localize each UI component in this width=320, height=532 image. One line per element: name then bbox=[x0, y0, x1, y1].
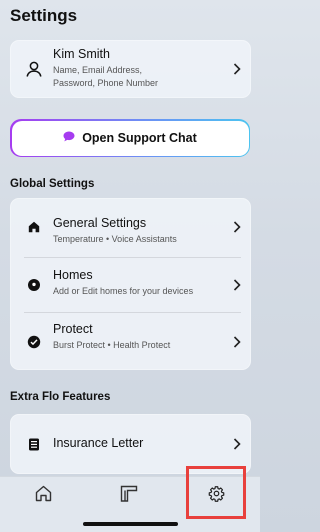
global-settings-heading: Global Settings bbox=[10, 178, 95, 190]
protect-subtitle: Burst Protect • Health Protect bbox=[53, 340, 171, 350]
open-support-chat-button[interactable]: Open Support Chat bbox=[10, 119, 250, 157]
extra-features-heading: Extra Flo Features bbox=[10, 391, 111, 403]
document-icon bbox=[24, 434, 44, 454]
chevron-right-icon bbox=[232, 62, 242, 76]
settings-tab-highlight bbox=[186, 466, 246, 519]
person-icon bbox=[24, 59, 44, 79]
check-circle-icon bbox=[24, 332, 44, 352]
page-title: Settings bbox=[10, 6, 78, 25]
profile-name: Kim Smith bbox=[53, 47, 110, 61]
devices-icon bbox=[120, 485, 138, 507]
general-settings-row[interactable]: General Settings Temperature • Voice Ass… bbox=[10, 198, 251, 256]
insurance-letter-title: Insurance Letter bbox=[53, 436, 144, 450]
insurance-letter-row[interactable]: Insurance Letter bbox=[10, 414, 251, 474]
homes-subtitle: Add or Edit homes for your devices bbox=[53, 286, 194, 296]
location-pin-icon bbox=[24, 275, 44, 295]
home-outline-icon bbox=[35, 485, 52, 507]
chevron-right-icon bbox=[232, 278, 242, 292]
homes-title: Homes bbox=[53, 268, 93, 282]
protect-title: Protect bbox=[53, 322, 93, 336]
global-settings-card: General Settings Temperature • Voice Ass… bbox=[10, 198, 251, 370]
tab-devices[interactable] bbox=[114, 485, 144, 507]
homes-row[interactable]: Homes Add or Edit homes for your devices bbox=[10, 258, 251, 312]
profile-card[interactable]: Kim Smith Name, Email Address, Password,… bbox=[10, 40, 251, 98]
chevron-right-icon bbox=[232, 335, 242, 349]
profile-line-2: Password, Phone Number bbox=[53, 78, 159, 88]
general-settings-subtitle: Temperature • Voice Assistants bbox=[53, 234, 177, 244]
chevron-right-icon bbox=[232, 220, 242, 234]
chat-bubble-icon bbox=[63, 129, 75, 147]
home-indicator bbox=[83, 522, 178, 526]
extra-features-card: Insurance Letter bbox=[10, 414, 251, 474]
house-icon bbox=[24, 217, 44, 237]
general-settings-title: General Settings bbox=[53, 216, 147, 230]
chevron-right-icon bbox=[232, 437, 242, 451]
support-chat-label: Open Support Chat bbox=[82, 131, 197, 145]
profile-line-1: Name, Email Address, bbox=[53, 65, 143, 75]
tab-home[interactable] bbox=[28, 485, 58, 507]
protect-row[interactable]: Protect Burst Protect • Health Protect bbox=[10, 313, 251, 370]
